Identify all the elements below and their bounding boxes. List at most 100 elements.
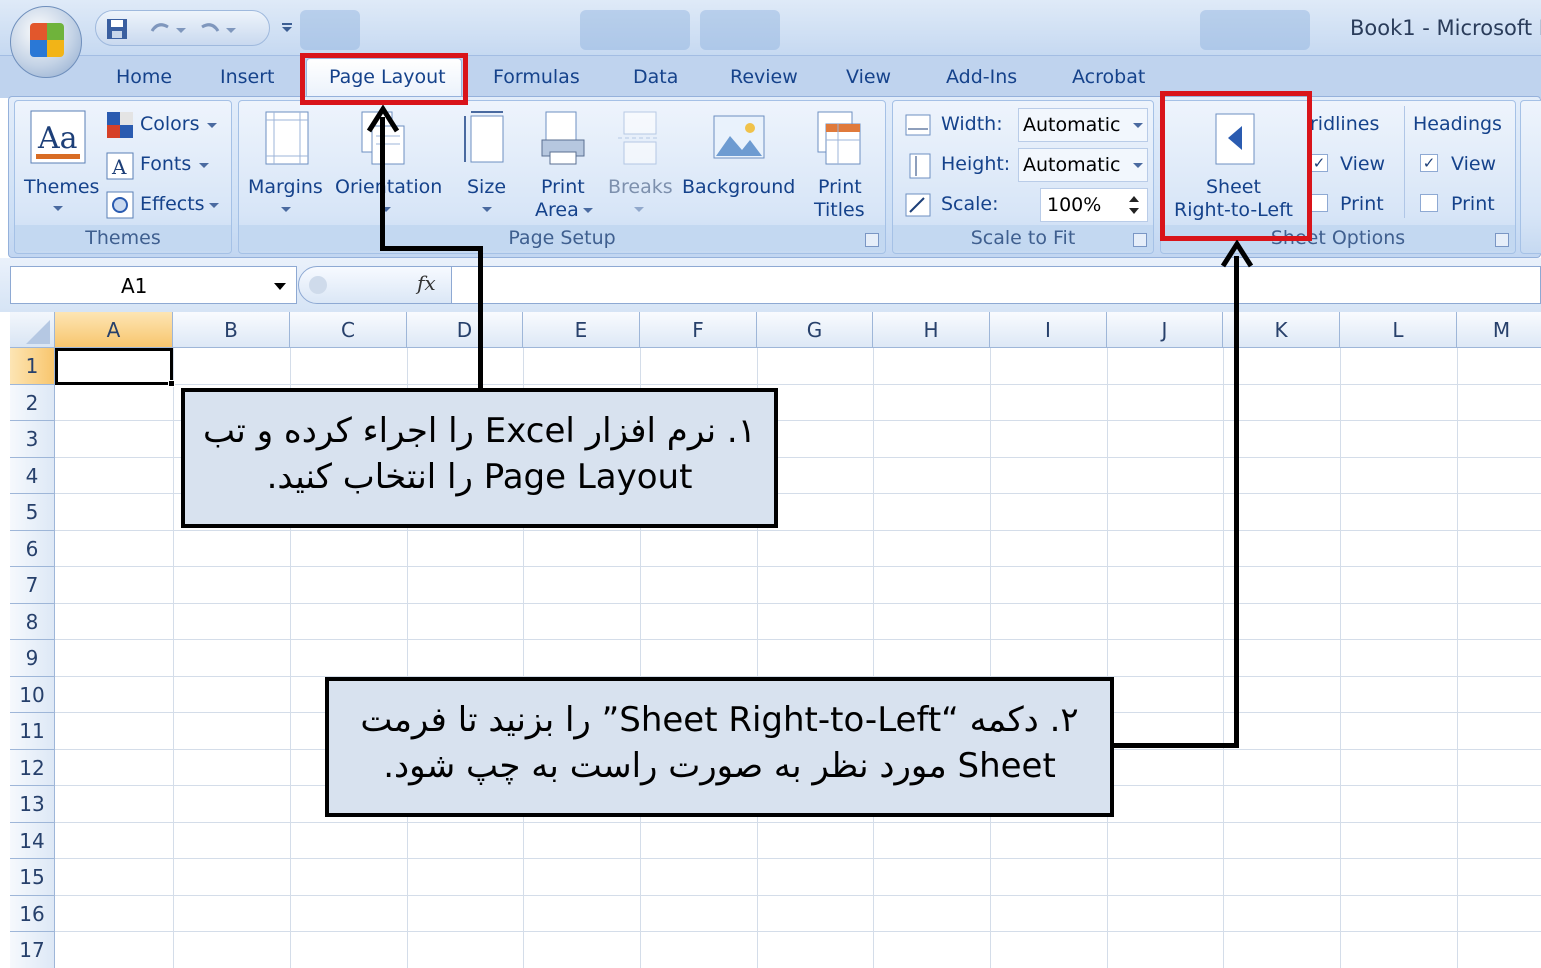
breaks-icon[interactable] — [616, 110, 662, 166]
print-area-label-1[interactable]: Print — [541, 176, 585, 199]
themes-button-label[interactable]: Themes — [24, 176, 99, 199]
breaks-button[interactable]: Breaks — [608, 176, 673, 199]
colors-icon[interactable] — [106, 111, 134, 139]
connector-line-1-vertical — [380, 117, 385, 251]
tab-formulas[interactable]: Formulas — [493, 66, 580, 88]
callout-step-2-line-2: Sheet مورد نظر به صورت راست به چپ شود. — [383, 746, 1056, 786]
name-box-value: A1 — [121, 274, 148, 298]
gridlines-view-checkbox[interactable]: ✓ — [1310, 154, 1328, 172]
column-header[interactable]: K — [1223, 312, 1340, 348]
headings-print-checkbox[interactable] — [1420, 194, 1438, 212]
insert-function-icon[interactable]: fx — [417, 271, 436, 295]
size-button[interactable]: Size — [467, 176, 506, 199]
breaks-dropdown-icon — [634, 207, 644, 212]
colors-button[interactable]: Colors — [140, 113, 200, 136]
select-all-corner[interactable] — [10, 312, 55, 348]
column-header[interactable]: J — [1107, 312, 1223, 348]
size-icon[interactable] — [463, 110, 509, 166]
scale-spinner[interactable]: 100% — [1040, 188, 1148, 222]
themes-icon[interactable]: Aa — [30, 110, 86, 164]
fonts-dropdown-icon — [199, 163, 209, 168]
row-header[interactable]: 3 — [10, 421, 55, 458]
print-area-label-2[interactable]: Area — [535, 199, 579, 222]
row-header[interactable]: 8 — [10, 603, 55, 640]
height-select[interactable]: Automatic — [1018, 148, 1148, 182]
tab-acrobat[interactable]: Acrobat — [1072, 66, 1145, 88]
effects-icon[interactable] — [106, 191, 134, 219]
customize-qat-icon[interactable] — [280, 22, 294, 34]
row-header[interactable]: 13 — [10, 786, 55, 823]
orientation-button[interactable]: Orientation — [335, 176, 442, 199]
column-header[interactable]: A — [55, 312, 173, 348]
print-titles-label-2[interactable]: Titles — [814, 199, 865, 222]
sheet-rtl-highlight — [1160, 91, 1312, 241]
column-header[interactable]: C — [290, 312, 407, 348]
row-header[interactable]: 7 — [10, 567, 55, 604]
row-header[interactable]: 4 — [10, 457, 55, 494]
column-header[interactable]: G — [757, 312, 873, 348]
tab-insert[interactable]: Insert — [220, 66, 275, 88]
scale-to-fit-launcher-icon[interactable] — [1133, 233, 1147, 247]
scale-icon — [905, 193, 931, 217]
tab-home[interactable]: Home — [116, 66, 172, 88]
margins-icon[interactable] — [264, 110, 310, 166]
column-header[interactable]: D — [407, 312, 523, 348]
row-header[interactable]: 12 — [10, 749, 55, 786]
print-titles-icon[interactable] — [816, 110, 862, 166]
column-header[interactable]: L — [1340, 312, 1457, 348]
undo-icon[interactable] — [148, 19, 188, 39]
row-header[interactable]: 5 — [10, 494, 55, 531]
row-header[interactable]: 2 — [10, 384, 55, 421]
fonts-icon[interactable]: A — [106, 152, 134, 180]
print-titles-label-1[interactable]: Print — [818, 176, 862, 199]
row-header[interactable]: 6 — [10, 530, 55, 567]
width-dropdown-icon — [1133, 123, 1143, 128]
effects-button[interactable]: Effects — [140, 193, 205, 216]
office-button[interactable] — [10, 6, 82, 78]
headings-view-checkbox[interactable]: ✓ — [1420, 154, 1438, 172]
row-header[interactable]: 15 — [10, 859, 55, 896]
title-decoration — [580, 10, 690, 50]
callout-step-1-line-2: Page Layout را انتخاب کنید. — [266, 457, 693, 497]
grid-column-line — [173, 348, 174, 968]
row-header[interactable]: 10 — [10, 676, 55, 713]
redo-icon[interactable] — [198, 19, 238, 39]
save-icon[interactable] — [106, 18, 128, 40]
column-header[interactable]: B — [173, 312, 290, 348]
formula-input[interactable] — [452, 266, 1541, 304]
gridlines-print-checkbox[interactable] — [1310, 194, 1328, 212]
tab-data[interactable]: Data — [633, 66, 678, 88]
grid-column-line — [1340, 348, 1341, 968]
arrow-head-1-icon — [366, 105, 400, 133]
tab-view[interactable]: View — [846, 66, 891, 88]
column-header[interactable]: E — [523, 312, 640, 348]
column-header[interactable]: H — [873, 312, 990, 348]
row-header[interactable]: 9 — [10, 640, 55, 677]
page-setup-launcher-icon[interactable] — [865, 233, 879, 247]
background-button[interactable]: Background — [682, 176, 795, 199]
tab-review[interactable]: Review — [730, 66, 798, 88]
print-area-icon[interactable] — [540, 110, 586, 166]
row-header[interactable]: 17 — [10, 932, 55, 968]
title-decoration — [1200, 10, 1310, 50]
row-header[interactable]: 14 — [10, 822, 55, 859]
column-header[interactable]: F — [640, 312, 757, 348]
callout-step-2-line-1: ۲. دکمه “Sheet Right-to-Left” را بزنید ت… — [360, 700, 1079, 740]
background-icon[interactable] — [712, 110, 766, 166]
name-box[interactable]: A1 — [10, 266, 297, 304]
name-box-dropdown-icon[interactable] — [274, 283, 286, 290]
row-header[interactable]: 1 — [10, 348, 55, 385]
spinner-arrows-icon[interactable] — [1127, 191, 1141, 219]
tab-add-ins[interactable]: Add-Ins — [946, 66, 1017, 88]
sheet-options-launcher-icon[interactable] — [1495, 233, 1509, 247]
row-header[interactable]: 16 — [10, 895, 55, 932]
selected-cell[interactable] — [55, 348, 175, 387]
margins-button[interactable]: Margins — [248, 176, 323, 199]
row-header[interactable]: 11 — [10, 713, 55, 750]
width-select[interactable]: Automatic — [1018, 108, 1148, 142]
column-header[interactable]: M — [1457, 312, 1541, 348]
grid-column-line — [1457, 348, 1458, 968]
fonts-button[interactable]: Fonts — [140, 153, 191, 176]
column-header[interactable]: I — [990, 312, 1107, 348]
fill-handle[interactable] — [168, 380, 175, 387]
